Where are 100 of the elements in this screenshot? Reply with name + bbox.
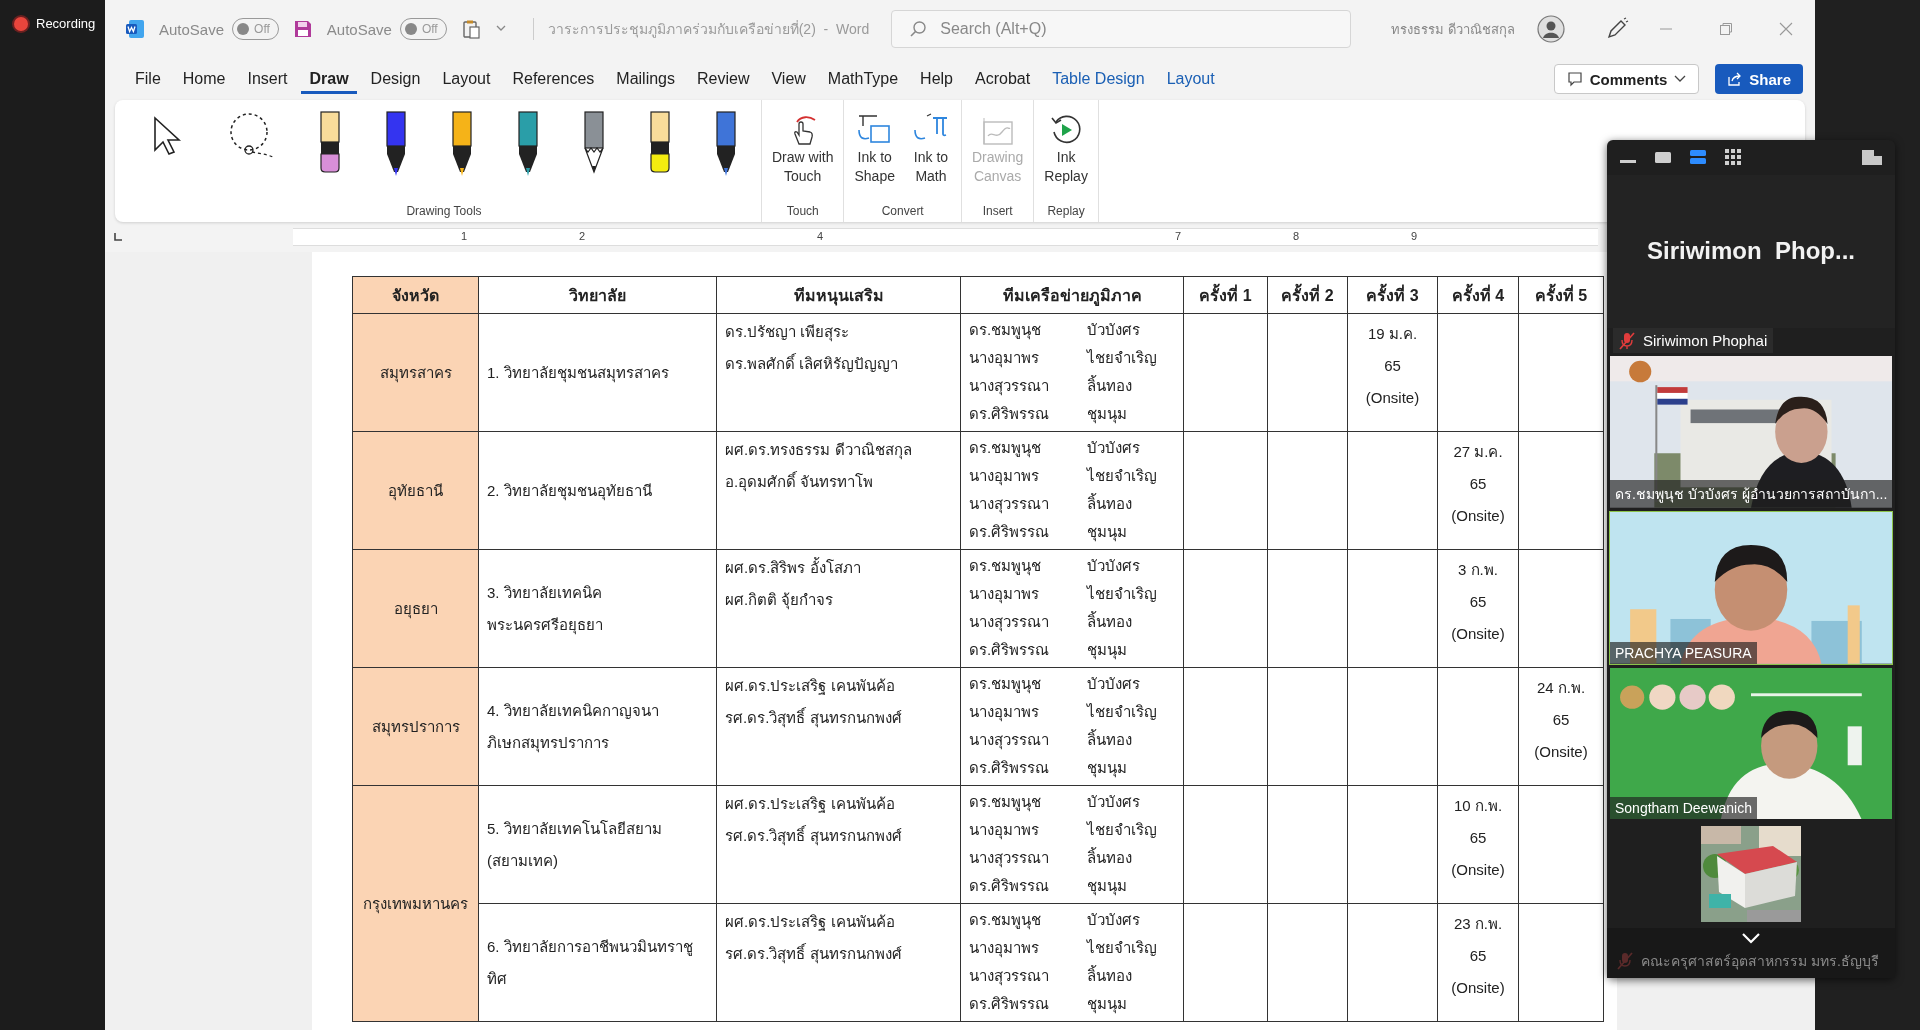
column-header: ครั้งที่ 4 xyxy=(1437,276,1519,314)
network-member: ดร.ชมพูนุช บัวบังศร xyxy=(969,792,1141,814)
restore-icon[interactable] xyxy=(1718,22,1733,36)
column-header: ครั้งที่ 1 xyxy=(1183,276,1268,314)
caret-icon xyxy=(1674,75,1687,83)
ribbon-tab[interactable]: Help xyxy=(912,64,961,94)
ribbon-tab[interactable]: References xyxy=(504,64,603,94)
ribbon-tab[interactable]: Layout xyxy=(434,64,499,94)
touch-button[interactable]: Draw with Touch xyxy=(768,110,838,188)
ruler-number: 4 xyxy=(817,230,824,242)
layout-icon[interactable] xyxy=(1861,148,1883,167)
video-tile[interactable]: ดร.ชมพูนุช บัวบังศร ผู้อำนวยการสถาบันกา... xyxy=(1609,355,1893,510)
participant-name: PRACHYA PEASURA xyxy=(1610,641,1757,664)
network-member: นางสุวรรณา ลิ้นทอง xyxy=(969,610,1133,634)
mentor-name: อ.อุดมศักดิ์ จันทรทาโพ xyxy=(725,470,875,494)
mentor-name: ผศ.ดร.ประเสริฐ เคนพันค้อ xyxy=(725,676,896,697)
column-header: ครั้งที่ 3 xyxy=(1347,276,1438,314)
comments-button[interactable]: Comments xyxy=(1553,64,1700,94)
video-tile[interactable]: PRACHYA PEASURA xyxy=(1609,511,1893,665)
share-button[interactable]: Share xyxy=(1715,64,1803,94)
ribbon-tab[interactable]: Insert xyxy=(239,64,296,94)
network-member: นางอุมาพร ไชยจำเริญ xyxy=(969,938,1158,960)
participant-name: Siriwimon Phophai xyxy=(1643,332,1768,350)
chevron-down-icon[interactable] xyxy=(1741,932,1761,944)
mentor-name: ผศ.ดร.ประเสริฐ เคนพันค้อ xyxy=(725,794,896,815)
search-field[interactable]: Search (Alt+Q) xyxy=(891,10,1352,48)
network-member: ดร.ชมพูนุช บัวบังศร xyxy=(969,556,1141,578)
avatar-icon[interactable] xyxy=(1536,15,1565,43)
network-member: ดร.ศิริพรรณ ชุมนุม xyxy=(969,640,1128,662)
strip-view-icon[interactable] xyxy=(1689,148,1707,167)
caret-icon[interactable] xyxy=(494,25,507,33)
mentor-name: ผศ.ดร.ทรงธรรม ดีวาณิชสกุล xyxy=(725,440,913,462)
network-member: นางสุวรรณา ลิ้นทอง xyxy=(969,492,1133,516)
group-label: Convert xyxy=(881,204,924,218)
ribbon-tab[interactable]: Table Design xyxy=(1044,64,1153,94)
network-member: ดร.ชมพูนุช บัวบังศร xyxy=(969,438,1141,460)
participant-name: ดร.ชมพูนุช บัวบังศร ผู้อำนวยการสถาบันกา... xyxy=(1610,480,1892,509)
replay-button[interactable]: Ink Replay xyxy=(1040,110,1092,188)
column-header: วิทยาลัย xyxy=(478,276,717,314)
window-title: วาระการประชุมภูมิภาคร่วมกับเครือข่ายที่(2) - Word xyxy=(532,18,870,40)
save-icon[interactable] xyxy=(292,19,313,39)
session-date: 24 ก.พ. 65 (Onsite) xyxy=(1534,679,1588,760)
mentor-name: ผศ.ดร.ประเสริฐ เคนพันค้อ xyxy=(725,912,896,933)
mentor-name: ผศ.ดร.สิริพร อั้งโสภา xyxy=(725,556,862,578)
province-cell: สมุทรสาคร xyxy=(352,313,479,432)
ruler-number: 8 xyxy=(1293,230,1300,242)
record-icon xyxy=(14,16,28,31)
session-date: 27 ม.ค. 65 (Onsite) xyxy=(1451,443,1505,524)
ribbon-tab[interactable]: Layout xyxy=(1158,64,1223,94)
network-member: นางอุมาพร ไชยจำเริญ xyxy=(969,466,1158,488)
search-icon xyxy=(909,20,928,38)
network-member: ดร.ศิริพรรณ ชุมนุม xyxy=(969,876,1128,898)
network-member: ดร.ศิริพรรณ ชุมนุม xyxy=(969,522,1128,544)
network-member: นางอุมาพร ไชยจำเริญ xyxy=(969,702,1158,724)
network-member: ดร.ชมพูนุช บัวบังศร xyxy=(969,674,1141,696)
session-date: 19 ม.ค. 65 (Onsite) xyxy=(1365,325,1420,406)
ribbon-tab[interactable]: File xyxy=(127,64,169,94)
math-button[interactable]: Ink to Math xyxy=(906,110,955,188)
word-logo-icon xyxy=(125,19,145,39)
column-header: จังหวัด xyxy=(352,276,479,314)
session-date: 3 ก.พ. 65 (Onsite) xyxy=(1451,561,1505,642)
network-member: นางสุวรรณา ลิ้นทอง xyxy=(969,964,1133,988)
autosave-label: AutoSave xyxy=(326,20,392,38)
recording-label: Recording xyxy=(36,16,96,31)
network-member: ดร.ชมพูนุช บัวบังศร xyxy=(969,910,1141,932)
network-member: ดร.ศิริพรรณ ชุมนุม xyxy=(969,404,1128,426)
close-icon[interactable] xyxy=(1778,22,1793,36)
ruler-number: 9 xyxy=(1411,230,1418,242)
participant-name: คณะครุศาสตร์อุตสาหกรรม มทร.ธัญบุรี xyxy=(1641,952,1879,972)
province-cell: อุทัยธานี xyxy=(352,431,479,550)
column-header: ทีมหนุนเสริม xyxy=(716,276,961,314)
network-member: ดร.ศิริพรรณ ชุมนุม xyxy=(969,994,1128,1016)
college-name: 3. วิทยาลัยเทคนิค พระนครศรีอยุธยา xyxy=(487,583,603,633)
ribbon-tab[interactable]: MathType xyxy=(819,64,907,94)
column-header: ครั้งที่ 2 xyxy=(1267,276,1348,314)
session-date: 23 ก.พ. 65 (Onsite) xyxy=(1451,915,1505,996)
clipboard-icon[interactable] xyxy=(460,19,481,39)
province-cell: กรุงเทพมหานคร xyxy=(352,785,479,1022)
grid-icon[interactable] xyxy=(1724,148,1742,167)
province-cell: อยุธยา xyxy=(352,549,479,668)
ruler-number: 7 xyxy=(1175,230,1182,242)
tab-stop-icon[interactable] xyxy=(113,232,123,242)
ribbon-tab[interactable]: View xyxy=(763,64,814,94)
group-label: Touch xyxy=(786,204,819,218)
shape-button[interactable]: Ink to Shape xyxy=(850,110,899,188)
column-header: ทีมเครือข่ายภูมิภาค xyxy=(960,276,1184,314)
mentor-name: รศ.ดร.วิสุทธิ์ สุนทรกนกพงศ์ xyxy=(725,942,903,966)
mentor-name: ผศ.กิตติ จุ้ยกำจร xyxy=(725,590,835,612)
ribbon-tab[interactable]: Mailings xyxy=(608,64,683,94)
network-member: นางสุวรรณา ลิ้นทอง xyxy=(969,728,1133,752)
ribbon-tab[interactable]: Acrobat xyxy=(967,64,1039,94)
ribbon-tab[interactable]: Review xyxy=(689,64,758,94)
college-name: 2. วิทยาลัยชุมชนอุทัยธานี xyxy=(487,481,652,499)
network-member: นางอุมาพร ไชยจำเริญ xyxy=(969,348,1158,370)
participant-name: Songtham Deewanich xyxy=(1610,797,1757,820)
network-member: นางสุวรรณา ลิ้นทอง xyxy=(969,374,1133,398)
ribbon-tab[interactable]: Design xyxy=(362,64,429,94)
ribbon-tab[interactable]: Draw xyxy=(301,64,357,94)
video-tile[interactable]: Songtham Deewanich xyxy=(1609,666,1893,821)
ribbon-tab[interactable]: Home xyxy=(174,64,234,94)
